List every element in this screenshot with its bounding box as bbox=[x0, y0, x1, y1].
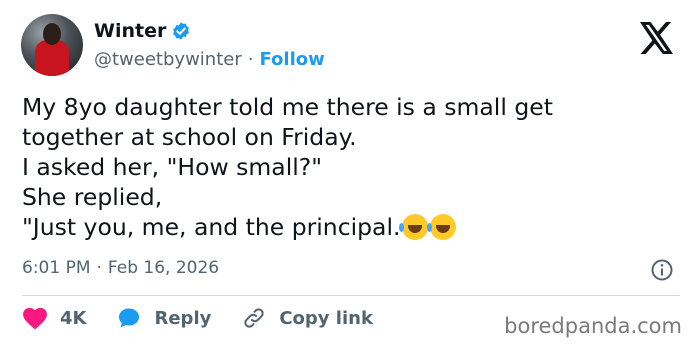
verified-badge-icon bbox=[173, 22, 190, 40]
tweet-text: My 8yo daughter told me there is a small… bbox=[22, 92, 672, 242]
author-name[interactable]: Winter bbox=[94, 20, 166, 42]
like-count: 4K bbox=[60, 307, 87, 329]
handle-separator: · bbox=[247, 49, 254, 70]
laughing-emoji-icon bbox=[399, 214, 429, 240]
timestamp[interactable]: 6:01 PM · Feb 16, 2026 bbox=[22, 258, 219, 278]
tweet-date: Feb 16, 2026 bbox=[107, 258, 220, 278]
handle-row: @tweetbywinter · Follow bbox=[94, 49, 325, 70]
follow-button[interactable]: Follow bbox=[259, 49, 324, 70]
copy-link-label: Copy link bbox=[279, 307, 373, 329]
divider bbox=[22, 295, 680, 296]
like-button[interactable]: 4K bbox=[22, 306, 86, 330]
author-name-row: Winter bbox=[94, 20, 191, 42]
avatar[interactable] bbox=[21, 14, 83, 76]
reply-bubble-icon bbox=[119, 308, 140, 328]
laughing-emoji-icon bbox=[427, 214, 457, 240]
author-handle[interactable]: @tweetbywinter bbox=[94, 49, 242, 70]
x-logo-icon[interactable] bbox=[639, 22, 675, 54]
info-icon[interactable] bbox=[650, 258, 674, 282]
avatar-head bbox=[43, 23, 61, 45]
heart-icon bbox=[23, 307, 47, 330]
avatar-jersey bbox=[35, 40, 69, 76]
watermark: boredpanda.com bbox=[504, 314, 682, 338]
link-icon bbox=[244, 308, 265, 328]
reply-label: Reply bbox=[154, 307, 212, 329]
tweet-body: My 8yo daughter told me there is a small… bbox=[22, 93, 553, 241]
timestamp-separator: · bbox=[96, 258, 102, 278]
action-bar: 4K Reply Copy link bbox=[22, 306, 403, 330]
tweet-time: 6:01 PM bbox=[22, 258, 91, 278]
reply-button[interactable]: Reply bbox=[116, 306, 211, 330]
copy-link-button[interactable]: Copy link bbox=[241, 306, 373, 330]
